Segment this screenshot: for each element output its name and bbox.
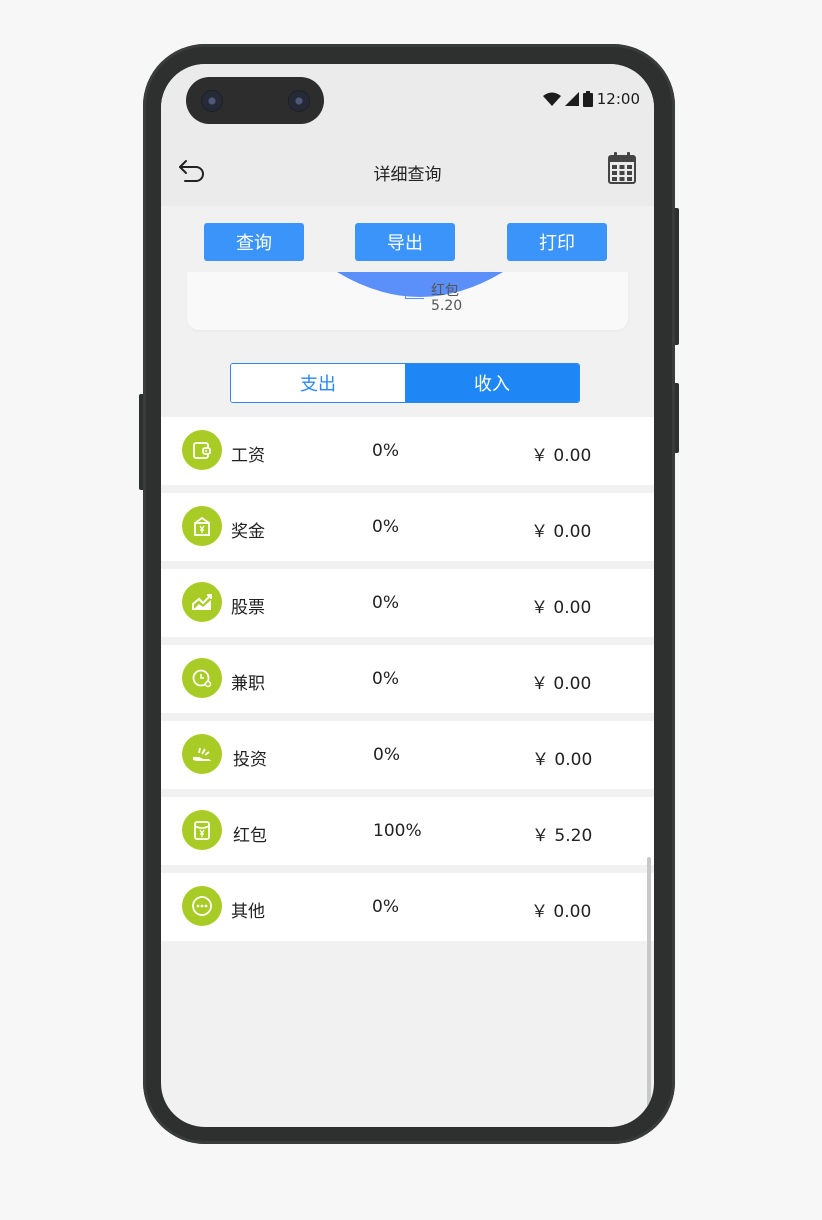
query-button[interactable]: 查询 [204,223,304,261]
page-title: 详细查询 [373,165,442,185]
phone-screen: 12:00 详细查询 查询 导出 打印 红包 5.20 支出 收入 工资 0% … [161,64,654,1127]
calendar-icon[interactable] [608,152,636,184]
row-percent: 0% [372,897,399,917]
action-toolbar: 查询 导出 打印 [161,206,654,272]
scrollbar[interactable] [647,857,651,1107]
row-amount: ￥ 0.00 [532,750,593,770]
pie-label-name: 红包 [431,283,459,299]
pie-label: 红包 5.20 [431,284,462,314]
tab-expense[interactable]: 支出 [231,364,405,402]
status-bar: 12:00 [542,90,640,108]
pie-slice [337,272,503,297]
row-percent: 0% [372,669,399,689]
row-amount: ￥ 0.00 [531,522,592,542]
tab-income[interactable]: 收入 [405,364,579,402]
list-item[interactable]: 工资 0% ￥ 0.00 [161,417,654,485]
row-amount: ￥ 0.00 [531,902,592,922]
wallet-icon [182,430,222,470]
app-header: 12:00 详细查询 [161,64,654,206]
list-item[interactable]: 兼职 0% ￥ 0.00 [161,645,654,713]
row-name: 奖金 [231,522,265,542]
row-percent: 0% [372,517,399,537]
list-item[interactable]: 奖金 0% ￥ 0.00 [161,493,654,561]
signal-icon [564,92,579,106]
print-button[interactable]: 打印 [507,223,607,261]
pie-chart-card: 红包 5.20 [187,272,628,330]
row-name: 兼职 [231,674,265,694]
list-item[interactable]: 股票 0% ￥ 0.00 [161,569,654,637]
investment-hand-icon [182,734,222,774]
status-time: 12:00 [596,90,640,108]
category-list: 工资 0% ￥ 0.00 奖金 0% ￥ 0.00 股票 0% ￥ 0.00 兼… [161,417,654,949]
row-percent: 0% [372,593,399,613]
row-amount: ￥ 0.00 [531,446,592,466]
more-icon [182,886,222,926]
row-name: 股票 [231,598,265,618]
pie-label-value: 5.20 [431,298,463,314]
row-amount: ￥ 0.00 [531,674,592,694]
wifi-icon [542,92,561,106]
list-item[interactable]: 其他 0% ￥ 0.00 [161,873,654,941]
row-name: 工资 [231,446,265,466]
camera-lens-icon [289,91,309,111]
row-percent: 0% [373,745,400,765]
camera-cutout [186,77,324,124]
stock-chart-icon [182,582,222,622]
battery-icon [582,91,593,107]
expense-income-toggle: 支出 收入 [230,363,580,403]
row-amount: ￥ 0.00 [531,598,592,618]
list-item[interactable]: 投资 0% ￥ 0.00 [161,721,654,789]
list-item[interactable]: 红包 100% ￥ 5.20 [161,797,654,865]
row-name: 红包 [233,826,267,846]
row-name: 其他 [231,902,265,922]
pie-label-line [405,284,424,299]
row-percent: 100% [373,821,422,841]
export-button[interactable]: 导出 [355,223,455,261]
red-packet-icon [182,810,222,850]
camera-lens-icon [202,91,222,111]
row-name: 投资 [233,750,267,770]
row-amount: ￥ 5.20 [532,826,593,846]
row-percent: 0% [372,441,399,461]
part-time-clock-icon [182,658,222,698]
bonus-icon [182,506,222,546]
